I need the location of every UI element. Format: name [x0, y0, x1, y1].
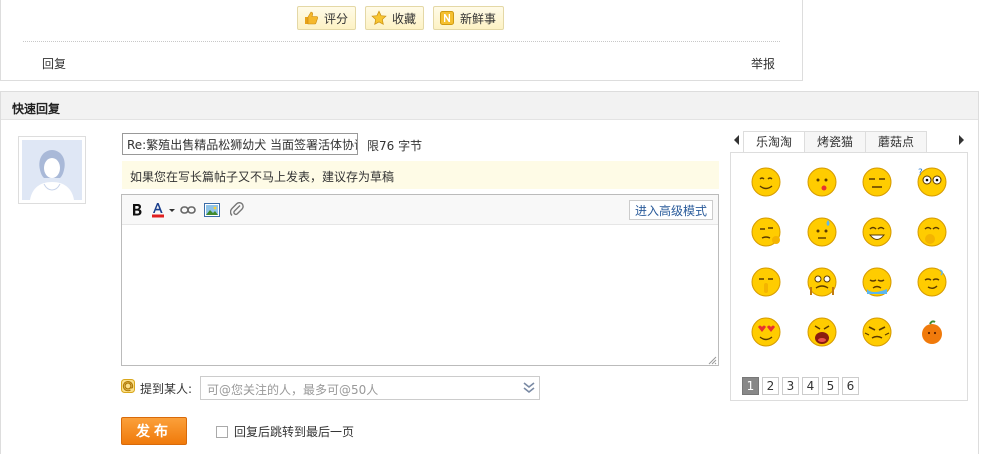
favorite-label: 收藏 [392, 11, 417, 26]
default-avatar-icon [22, 140, 82, 200]
thinking-face-icon[interactable] [749, 215, 783, 249]
reply-link[interactable]: 回复 [42, 55, 66, 72]
favorite-button[interactable]: 收藏 [365, 6, 425, 30]
link-icon[interactable] [180, 201, 196, 219]
emoticon-pagination: 1 2 3 4 5 6 [742, 377, 862, 395]
shouting-face-icon[interactable] [805, 315, 839, 349]
nervous-face-icon[interactable] [805, 265, 839, 299]
shush-face-icon[interactable] [749, 265, 783, 299]
news-label: 新鲜事 [460, 11, 497, 26]
thumbs-up-icon [303, 10, 319, 26]
bold-icon[interactable] [130, 201, 144, 219]
double-chevron-down-icon[interactable] [523, 381, 535, 395]
quick-reply-heading: 快速回复 [1, 92, 978, 120]
editor-toolbar: 进入高级模式 [122, 195, 718, 225]
emoticon-tab-1[interactable]: 乐淘淘 [743, 131, 806, 154]
giggle-face-icon[interactable] [915, 215, 949, 249]
emoticon-page-2[interactable]: 2 [762, 377, 779, 395]
news-n-icon [439, 10, 455, 26]
emoticon-page-5[interactable]: 5 [822, 377, 839, 395]
news-button[interactable]: 新鲜事 [433, 6, 505, 30]
emoticon-page-4[interactable]: 4 [802, 377, 819, 395]
laughing-face-icon[interactable] [860, 215, 894, 249]
svg-text:?: ? [918, 168, 923, 178]
mention-label: 提到某人: [140, 382, 193, 396]
angry-face-icon[interactable] [860, 315, 894, 349]
rate-label: 评分 [324, 11, 349, 26]
report-link[interactable]: 举报 [751, 55, 775, 72]
submit-button[interactable]: 发布 [121, 417, 187, 445]
quick-reply-panel: 快速回复 Re:繁殖出售精品松狮幼犬 当面签署活体协议 限76 字节 如果您在写… [0, 91, 979, 454]
rate-button[interactable]: 评分 [297, 6, 357, 30]
resize-grip-icon[interactable] [707, 354, 717, 365]
sweat-face-icon[interactable] [805, 215, 839, 249]
font-color-icon[interactable] [151, 201, 177, 219]
emoticon-page-3[interactable]: 3 [782, 377, 799, 395]
avatar [18, 136, 86, 204]
emoticon-next-arrow-icon[interactable] [956, 134, 966, 146]
editor-textarea[interactable] [122, 225, 718, 365]
advanced-mode-button[interactable]: 进入高级模式 [628, 200, 713, 220]
emoticon-tabs: 乐淘淘 烤瓷猫 蘑菇点 [743, 131, 928, 154]
crying-face-icon[interactable] [860, 265, 894, 299]
mention-input[interactable]: 可@您关注的人，最多可@50人 [200, 376, 540, 400]
emoticon-tab-3[interactable]: 蘑菇点 [865, 131, 928, 153]
reply-title-input[interactable]: Re:繁殖出售精品松狮幼犬 当面签署活体协议 [122, 133, 358, 155]
emoticon-tab-2[interactable]: 烤瓷猫 [804, 131, 867, 153]
attachment-icon[interactable] [230, 201, 244, 219]
smile-face-icon[interactable] [749, 165, 783, 199]
heart-eyes-face-icon[interactable] [749, 315, 783, 349]
smug-face-icon[interactable] [915, 265, 949, 299]
star-icon [371, 10, 387, 26]
image-icon[interactable] [204, 201, 220, 219]
mention-icon [121, 379, 135, 393]
squint-face-icon[interactable] [860, 165, 894, 199]
orange-face-icon[interactable] [915, 315, 949, 349]
emoticon-page-1[interactable]: 1 [742, 377, 759, 395]
draft-tip: 如果您在写长篇帖子又不马上发表，建议存为草稿 [122, 161, 719, 189]
kiss-face-icon[interactable] [805, 165, 839, 199]
post-divider [23, 41, 780, 42]
jump-to-last-page-label: 回复后跳转到最后一页 [234, 425, 355, 439]
jump-to-last-page-checkbox[interactable] [216, 426, 228, 438]
title-limit-text: 限76 字节 [367, 139, 423, 153]
reply-editor: 进入高级模式 [121, 194, 719, 366]
emoticon-box: ? 1 2 3 4 5 6 [730, 152, 968, 401]
emoticon-page-6[interactable]: 6 [842, 377, 859, 395]
emoticon-prev-arrow-icon[interactable] [732, 134, 742, 146]
post-footer: 评分 收藏 新鲜事 回复 举报 [0, 0, 803, 81]
confused-face-icon[interactable]: ? [915, 165, 949, 199]
